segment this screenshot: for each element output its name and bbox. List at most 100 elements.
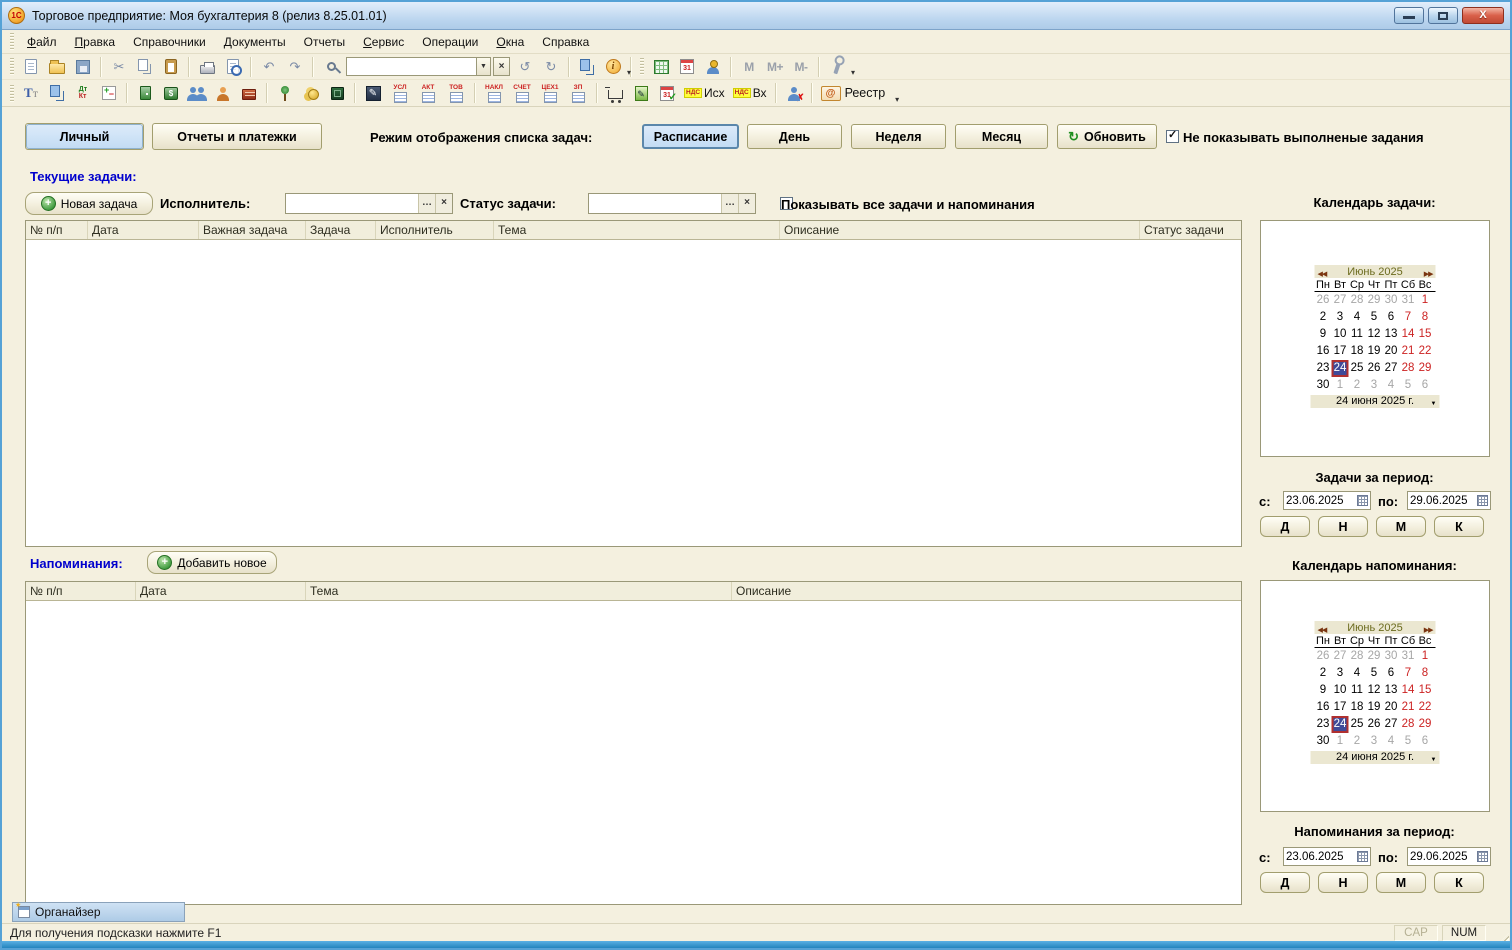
calendar-day[interactable]: 6 bbox=[1417, 733, 1434, 750]
executor-clear-icon[interactable]: × bbox=[435, 194, 452, 213]
employees-icon[interactable] bbox=[185, 82, 209, 105]
structure-icon[interactable] bbox=[45, 82, 69, 105]
date-picker-icon[interactable] bbox=[1477, 851, 1488, 862]
calendar-day[interactable]: 16 bbox=[1315, 343, 1332, 360]
new-document-icon[interactable] bbox=[19, 55, 43, 78]
calendar-day[interactable]: 1 bbox=[1332, 733, 1349, 750]
calendar-day[interactable]: 12 bbox=[1366, 682, 1383, 699]
calendar-day[interactable]: 30 bbox=[1383, 292, 1400, 309]
money-icon[interactable] bbox=[299, 82, 323, 105]
menu-documents[interactable]: Документы bbox=[215, 32, 295, 52]
executor-input[interactable] bbox=[286, 195, 418, 212]
calendar-day[interactable]: 6 bbox=[1383, 665, 1400, 682]
column-header[interactable]: № п/п bbox=[26, 221, 88, 239]
calendar-day[interactable]: 2 bbox=[1349, 377, 1366, 394]
bank-safe-icon[interactable] bbox=[325, 82, 349, 105]
calendar-day[interactable]: 9 bbox=[1315, 682, 1332, 699]
calendar-day[interactable]: 5 bbox=[1366, 309, 1383, 326]
calendar-date-selector[interactable]: 24 июня 2025 г. bbox=[1311, 395, 1440, 408]
toolbar-grip[interactable] bbox=[10, 33, 14, 50]
plant-assets-icon[interactable] bbox=[273, 82, 297, 105]
find-next-icon[interactable]: ↻ bbox=[539, 55, 563, 78]
search-input[interactable] bbox=[346, 57, 476, 76]
tasks-period-from-input[interactable] bbox=[1286, 495, 1357, 507]
tasks-period-quarter-button[interactable]: К bbox=[1434, 516, 1484, 537]
calendar-day[interactable]: 14 bbox=[1400, 326, 1417, 343]
paste-icon[interactable] bbox=[159, 55, 183, 78]
view-week-button[interactable]: Неделя bbox=[851, 124, 946, 149]
calendar-day[interactable]: 12 bbox=[1366, 326, 1383, 343]
edit-note-icon[interactable] bbox=[361, 82, 385, 105]
calendar-day[interactable]: 3 bbox=[1332, 665, 1349, 682]
copy-icon[interactable] bbox=[133, 55, 157, 78]
column-header[interactable]: Тема bbox=[306, 582, 732, 600]
calendar-prev-icon[interactable] bbox=[1318, 265, 1327, 279]
reminders-period-week-button[interactable]: Н bbox=[1318, 872, 1368, 893]
calendar-day[interactable]: 27 bbox=[1383, 360, 1400, 377]
calendar-day[interactable]: 30 bbox=[1383, 648, 1400, 665]
calendar-day[interactable]: 23 bbox=[1315, 716, 1332, 733]
column-header[interactable]: Задача bbox=[306, 221, 376, 239]
toolbar-grip[interactable] bbox=[10, 85, 14, 102]
calendar-next-icon[interactable] bbox=[1424, 265, 1433, 279]
column-header[interactable]: № п/п bbox=[26, 582, 136, 600]
calendar-day[interactable]: 6 bbox=[1383, 309, 1400, 326]
calendar-day[interactable]: 27 bbox=[1332, 648, 1349, 665]
calendar-day[interactable]: 2 bbox=[1315, 309, 1332, 326]
calendar-day[interactable]: 26 bbox=[1366, 716, 1383, 733]
task-status-clear-icon[interactable]: × bbox=[738, 194, 755, 213]
calendar-selected-day[interactable]: 24 bbox=[1332, 716, 1349, 733]
save-icon[interactable] bbox=[71, 55, 95, 78]
doc-workshop-button[interactable]: ЦЕХ1 bbox=[537, 82, 563, 105]
calendar-day[interactable]: 4 bbox=[1383, 733, 1400, 750]
calendar-day[interactable]: 13 bbox=[1383, 682, 1400, 699]
calendar-day[interactable]: 28 bbox=[1400, 360, 1417, 377]
column-header[interactable]: Дата bbox=[88, 221, 199, 239]
view-month-button[interactable]: Месяц bbox=[955, 124, 1048, 149]
cart-icon[interactable] bbox=[603, 82, 627, 105]
tab-reports-payments[interactable]: Отчеты и платежки bbox=[152, 123, 322, 150]
calendar-day[interactable]: 28 bbox=[1400, 716, 1417, 733]
calendar-day[interactable]: 27 bbox=[1332, 292, 1349, 309]
doc-services-button[interactable]: УСЛ bbox=[387, 82, 413, 105]
calendar-day[interactable]: 15 bbox=[1417, 682, 1434, 699]
calendar-day[interactable]: 11 bbox=[1349, 682, 1366, 699]
column-header[interactable]: Описание bbox=[732, 582, 1241, 600]
minimize-button[interactable] bbox=[1394, 7, 1424, 24]
calendar-day[interactable]: 7 bbox=[1400, 665, 1417, 682]
calendar-day[interactable]: 7 bbox=[1400, 309, 1417, 326]
debit-credit-icon[interactable]: ДтКт bbox=[71, 82, 95, 105]
journal-book-icon[interactable] bbox=[237, 82, 261, 105]
registry-button[interactable]: Реестр bbox=[818, 82, 894, 105]
hide-done-checkbox[interactable] bbox=[1166, 130, 1179, 143]
font-settings-icon[interactable]: Тт bbox=[19, 82, 43, 105]
column-header[interactable]: Статус задачи bbox=[1140, 221, 1241, 239]
menu-file[interactable]: Файл bbox=[18, 32, 66, 52]
calendar-day[interactable]: 11 bbox=[1349, 326, 1366, 343]
cut-icon[interactable]: ✂ bbox=[107, 55, 131, 78]
calendar-day[interactable]: 28 bbox=[1349, 648, 1366, 665]
calendar-day[interactable]: 29 bbox=[1366, 292, 1383, 309]
calendar-day[interactable]: 29 bbox=[1366, 648, 1383, 665]
print-preview-icon[interactable] bbox=[221, 55, 245, 78]
column-header[interactable]: Исполнитель bbox=[376, 221, 494, 239]
calendar-day[interactable]: 21 bbox=[1400, 699, 1417, 716]
search-dropdown-icon[interactable]: ▼ bbox=[476, 57, 491, 76]
calendar-day[interactable]: 19 bbox=[1366, 699, 1383, 716]
memory-recall-button[interactable]: M bbox=[737, 55, 761, 78]
date-picker-icon[interactable] bbox=[1357, 495, 1368, 506]
calendar-day[interactable]: 22 bbox=[1417, 699, 1434, 716]
calendar-day[interactable]: 28 bbox=[1349, 292, 1366, 309]
menu-reports[interactable]: Отчеты bbox=[295, 32, 354, 52]
calendar-check-icon[interactable]: 31 bbox=[655, 82, 679, 105]
calendar-day[interactable]: 2 bbox=[1315, 665, 1332, 682]
refresh-button[interactable]: ↻Обновить bbox=[1057, 124, 1157, 149]
calendar-day[interactable]: 1 bbox=[1417, 292, 1434, 309]
calendar-day[interactable]: 26 bbox=[1366, 360, 1383, 377]
calendar-day[interactable]: 18 bbox=[1349, 699, 1366, 716]
calendar-day[interactable]: 18 bbox=[1349, 343, 1366, 360]
calendar-day[interactable]: 29 bbox=[1417, 360, 1434, 377]
task-status-picker-icon[interactable]: … bbox=[721, 194, 738, 213]
windows-list-icon[interactable] bbox=[575, 55, 599, 78]
calendar-day[interactable]: 4 bbox=[1383, 377, 1400, 394]
